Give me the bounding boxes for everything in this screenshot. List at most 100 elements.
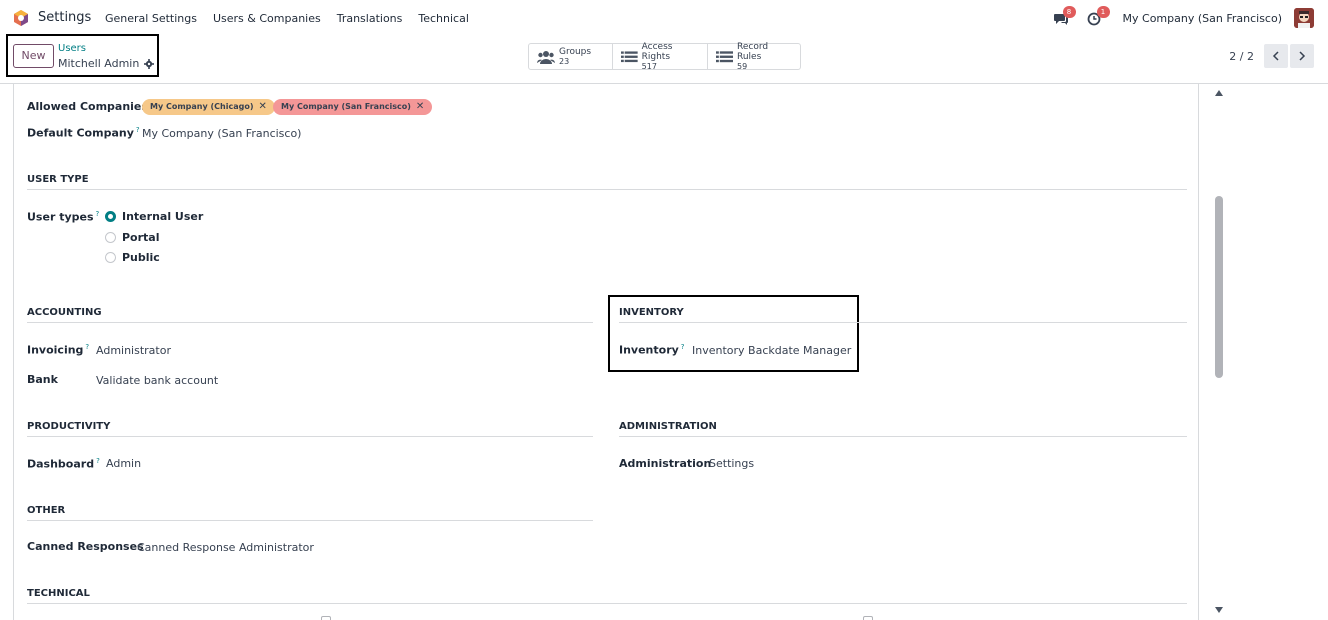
breadcrumb-users[interactable]: Users bbox=[58, 43, 86, 54]
record-name: Mitchell Admin bbox=[58, 57, 140, 70]
administration-label: Administration bbox=[619, 457, 712, 470]
inventory-divider bbox=[619, 322, 1187, 323]
other-divider bbox=[27, 520, 593, 521]
scrollbar[interactable] bbox=[1211, 84, 1227, 620]
users-icon bbox=[537, 50, 555, 64]
pager: 2 / 2 bbox=[1229, 44, 1314, 68]
user-types-label-text: User types bbox=[27, 210, 94, 224]
inventory-value[interactable]: Inventory Backdate Manager bbox=[692, 344, 851, 357]
default-company-label: Default Company? bbox=[27, 126, 140, 140]
bank-label: Bank bbox=[27, 373, 58, 386]
administration-title: ADMINISTRATION bbox=[619, 421, 717, 432]
top-navbar: Settings General Settings Users & Compan… bbox=[0, 0, 1328, 36]
groups-label: Groups bbox=[559, 46, 592, 57]
radio-portal-label: Portal bbox=[122, 231, 160, 244]
radio-internal-user-input[interactable] bbox=[105, 211, 116, 222]
pager-value[interactable]: 2 / 2 bbox=[1229, 50, 1254, 63]
navbar-systray: 8 1 My Company (San Francisco) bbox=[1053, 6, 1314, 29]
accounting-divider bbox=[27, 322, 593, 323]
app-name[interactable]: Settings bbox=[38, 10, 91, 25]
odoo-logo-icon[interactable] bbox=[12, 9, 30, 27]
help-icon[interactable]: ? bbox=[96, 210, 100, 218]
radio-portal-input[interactable] bbox=[105, 232, 116, 243]
radio-public-label: Public bbox=[122, 251, 160, 264]
radio-portal[interactable]: Portal bbox=[105, 231, 160, 244]
scroll-down-icon[interactable] bbox=[1214, 606, 1224, 614]
default-company-value[interactable]: My Company (San Francisco) bbox=[142, 127, 301, 140]
help-icon[interactable]: ? bbox=[681, 343, 685, 351]
list-icon bbox=[621, 50, 638, 62]
groups-smart-button[interactable]: Groups 23 bbox=[529, 44, 613, 69]
allowed-companies-label: Allowed Companies bbox=[27, 100, 148, 113]
dashboard-label: Dashboard? bbox=[27, 457, 100, 471]
help-icon[interactable]: ? bbox=[136, 126, 140, 134]
tag-chicago: My Company (Chicago) ✕ bbox=[142, 99, 275, 115]
activities-button[interactable]: 1 bbox=[1087, 6, 1110, 29]
company-switcher[interactable]: My Company (San Francisco) bbox=[1123, 12, 1282, 25]
radio-internal-user-label: Internal User bbox=[122, 210, 204, 223]
technical-checkbox[interactable] bbox=[321, 616, 331, 620]
other-title: OTHER bbox=[27, 505, 66, 516]
record-rules-smart-button[interactable]: Record Rules 59 bbox=[708, 41, 800, 71]
invoicing-label: Invoicing? bbox=[27, 343, 89, 357]
bank-value[interactable]: Validate bank account bbox=[96, 374, 218, 387]
new-button[interactable]: New bbox=[13, 44, 54, 68]
chevron-left-icon bbox=[1272, 51, 1279, 61]
inventory-title: INVENTORY bbox=[619, 307, 684, 318]
record-rules-count: 59 bbox=[737, 61, 748, 71]
administration-value[interactable]: Settings bbox=[709, 457, 754, 470]
chevron-right-icon bbox=[1299, 51, 1306, 61]
inventory-label-text: Inventory bbox=[619, 343, 679, 357]
scroll-up-icon[interactable] bbox=[1214, 89, 1224, 97]
menu-general-settings[interactable]: General Settings bbox=[105, 12, 197, 25]
tag-sf-remove-icon[interactable]: ✕ bbox=[416, 99, 424, 115]
tag-chicago-label: My Company (Chicago) bbox=[150, 102, 254, 111]
groups-count: 23 bbox=[559, 56, 570, 66]
messages-button[interactable]: 8 bbox=[1053, 6, 1076, 29]
menu-technical[interactable]: Technical bbox=[418, 12, 469, 25]
menu-users-companies[interactable]: Users & Companies bbox=[213, 12, 321, 25]
canned-responses-value[interactable]: Canned Response Administrator bbox=[137, 541, 314, 554]
radio-public[interactable]: Public bbox=[105, 251, 160, 264]
user-avatar[interactable] bbox=[1294, 8, 1314, 28]
tag-chicago-remove-icon[interactable]: ✕ bbox=[258, 99, 266, 115]
help-icon[interactable]: ? bbox=[85, 343, 89, 351]
smart-buttons: Groups 23 Access Rights 517 Record Rules… bbox=[528, 41, 801, 71]
pager-previous-button[interactable] bbox=[1264, 44, 1288, 68]
access-rights-smart-button[interactable]: Access Rights 517 bbox=[613, 41, 708, 71]
access-rights-label: Access Rights bbox=[641, 41, 673, 62]
radio-internal-user[interactable]: Internal User bbox=[105, 210, 203, 223]
main-menu: General Settings Users & Companies Trans… bbox=[105, 12, 485, 25]
record-title: Mitchell Admin bbox=[58, 57, 155, 70]
user-type-divider bbox=[27, 189, 1187, 190]
tag-san-francisco: My Company (San Francisco) ✕ bbox=[273, 99, 433, 115]
canned-responses-label: Canned Responses bbox=[27, 540, 144, 553]
gear-icon[interactable] bbox=[144, 58, 155, 69]
inventory-label: Inventory? bbox=[619, 343, 685, 357]
activities-badge: 1 bbox=[1096, 6, 1110, 18]
dashboard-value[interactable]: Admin bbox=[106, 457, 141, 470]
user-types-label: User types? bbox=[27, 210, 99, 224]
tag-sf-label: My Company (San Francisco) bbox=[281, 102, 411, 111]
form-sheet: Allowed Companies My Company (Chicago) ✕… bbox=[13, 84, 1199, 620]
radio-public-input[interactable] bbox=[105, 252, 116, 263]
pager-next-button[interactable] bbox=[1290, 44, 1314, 68]
dashboard-label-text: Dashboard bbox=[27, 457, 95, 471]
technical-title: TECHNICAL bbox=[27, 588, 90, 599]
technical-divider bbox=[27, 603, 1187, 604]
record-rules-label: Record Rules bbox=[737, 41, 769, 62]
menu-translations[interactable]: Translations bbox=[337, 12, 403, 25]
messages-badge: 8 bbox=[1062, 6, 1076, 18]
help-icon[interactable]: ? bbox=[96, 457, 100, 465]
administration-divider bbox=[619, 436, 1187, 437]
list-icon bbox=[716, 50, 733, 62]
productivity-title: PRODUCTIVITY bbox=[27, 421, 111, 432]
technical-checkbox[interactable] bbox=[863, 616, 873, 620]
scroll-thumb[interactable] bbox=[1215, 196, 1223, 378]
invoicing-value[interactable]: Administrator bbox=[96, 344, 171, 357]
access-rights-count: 517 bbox=[641, 61, 657, 71]
default-company-label-text: Default Company bbox=[27, 126, 134, 140]
user-type-title: USER TYPE bbox=[27, 174, 89, 185]
accounting-title: ACCOUNTING bbox=[27, 307, 102, 318]
user-avatar-icon bbox=[1294, 8, 1314, 28]
